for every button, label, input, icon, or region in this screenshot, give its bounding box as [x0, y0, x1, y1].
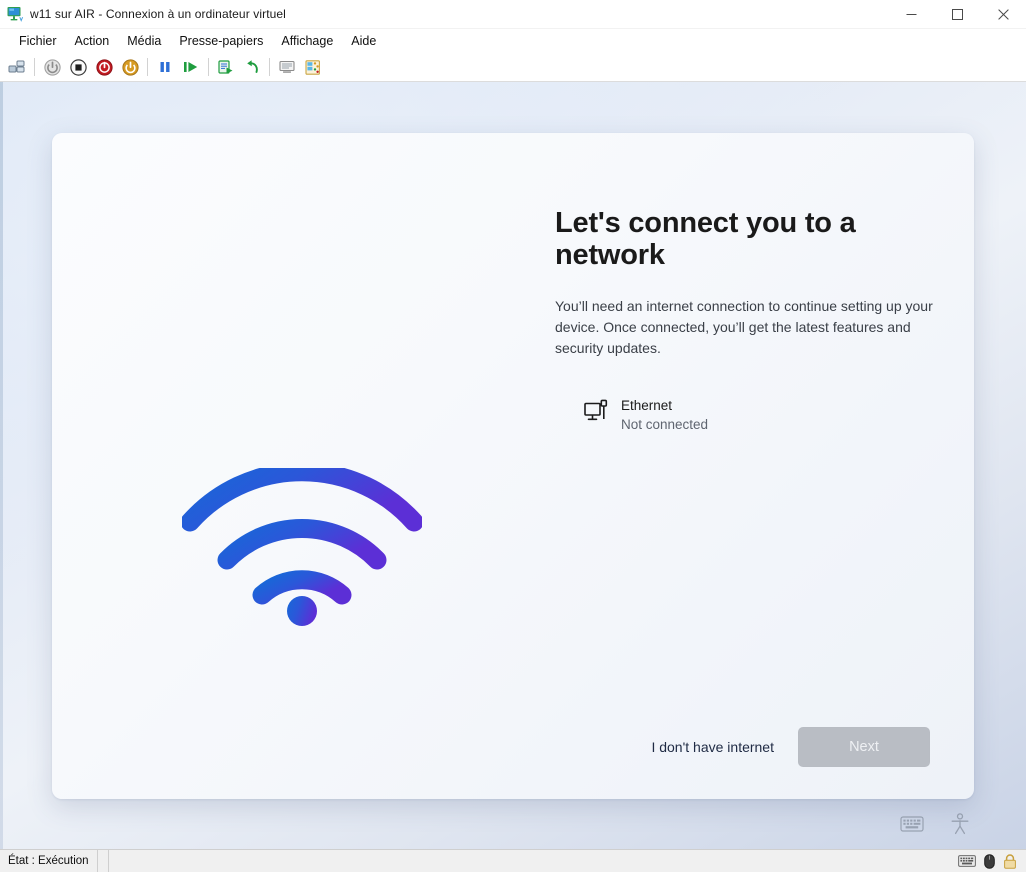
- menu-aide[interactable]: Aide: [342, 31, 385, 51]
- revert-icon: [246, 60, 258, 73]
- accessibility-icon[interactable]: [950, 813, 970, 835]
- oobe-content: Let's connect you to a network You’ll ne…: [555, 207, 947, 441]
- oobe-actions: I don't have internet Next: [649, 727, 930, 767]
- maximize-icon: [951, 8, 963, 20]
- menu-presse-papiers[interactable]: Presse-papiers: [170, 31, 272, 51]
- stop-icon: [69, 58, 87, 76]
- mouse-capture-icon[interactable]: [984, 853, 995, 869]
- keyboard-capture-icon[interactable]: [958, 855, 976, 867]
- network-list-item-ethernet[interactable]: Ethernet Not connected: [555, 390, 947, 441]
- toolbar-ctrl-alt-suppr-button[interactable]: [4, 55, 30, 79]
- next-button[interactable]: Next: [798, 727, 930, 767]
- power-off-icon: [43, 58, 61, 76]
- status-icons: [958, 853, 1026, 869]
- menu-bar: Fichier Action Média Presse-papiers Affi…: [0, 29, 1026, 53]
- minimize-icon: [906, 13, 916, 15]
- settings-icon: [305, 59, 320, 75]
- toolbar-checkpoint-button[interactable]: [213, 55, 239, 79]
- lock-icon[interactable]: [1003, 853, 1017, 869]
- status-state: État : Exécution: [0, 850, 98, 872]
- menu-media[interactable]: Média: [118, 31, 170, 51]
- on-screen-keyboard-icon[interactable]: [900, 815, 924, 833]
- page-title: Let's connect you to a network: [555, 207, 856, 271]
- toolbar-revert-button[interactable]: [239, 55, 265, 79]
- network-list: Ethernet Not connected: [555, 390, 947, 441]
- no-internet-link[interactable]: I don't have internet: [649, 735, 776, 759]
- toolbar-enhanced-session-button[interactable]: [274, 55, 300, 79]
- network-status: Not connected: [621, 417, 709, 433]
- close-icon: [997, 8, 1009, 20]
- enhanced-session-icon: [279, 60, 295, 73]
- toolbar-start-button[interactable]: [117, 55, 143, 79]
- shutdown-icon: [95, 58, 113, 76]
- wifi-illustration: [182, 468, 422, 626]
- toolbar-stop-button[interactable]: [65, 55, 91, 79]
- toolbar-separator: [208, 58, 209, 76]
- resume-icon: [184, 62, 198, 72]
- window-title: w11 sur AIR - Connexion à un ordinateur …: [30, 7, 286, 21]
- menu-action[interactable]: Action: [66, 31, 119, 51]
- toolbar-shutdown-button[interactable]: [91, 55, 117, 79]
- toolbar-separator: [147, 58, 148, 76]
- toolbar-settings-button[interactable]: [300, 55, 326, 79]
- ctrl-alt-suppr-icon: [8, 60, 25, 73]
- status-bar: État : Exécution: [0, 849, 1026, 872]
- window-controls: [888, 0, 1026, 28]
- toolbar-pause-button[interactable]: [152, 55, 178, 79]
- toolbar-resume-button[interactable]: [178, 55, 204, 79]
- start-power-icon: [121, 58, 139, 76]
- network-item-texts: Ethernet Not connected: [621, 396, 708, 435]
- vm-screen[interactable]: Let's connect you to a network You’ll ne…: [0, 82, 1026, 849]
- close-button[interactable]: [980, 0, 1026, 28]
- title-bar: w11 sur AIR - Connexion à un ordinateur …: [0, 0, 1026, 29]
- toolbar-separator: [34, 58, 35, 76]
- network-name: Ethernet: [621, 397, 673, 413]
- maximize-button[interactable]: [934, 0, 980, 28]
- vm-corner-icons: [900, 813, 970, 835]
- minimize-button[interactable]: [888, 0, 934, 28]
- ethernet-icon: [584, 399, 608, 420]
- pause-icon: [160, 62, 170, 72]
- page-description: You’ll need an internet connection to co…: [555, 297, 933, 357]
- checkpoint-icon: [218, 59, 233, 74]
- status-blank-cell: [98, 850, 109, 872]
- menu-affichage[interactable]: Affichage: [272, 31, 342, 51]
- vm-left-edge-strip: [0, 82, 3, 849]
- oobe-card: Let's connect you to a network You’ll ne…: [52, 133, 974, 799]
- toolbar-power-off-button[interactable]: [39, 55, 65, 79]
- vm-connection-window: w11 sur AIR - Connexion à un ordinateur …: [0, 0, 1026, 872]
- toolbar: [0, 53, 1026, 82]
- menu-fichier[interactable]: Fichier: [10, 31, 66, 51]
- toolbar-separator: [269, 58, 270, 76]
- virtual-machine-monitor-icon: [7, 7, 24, 22]
